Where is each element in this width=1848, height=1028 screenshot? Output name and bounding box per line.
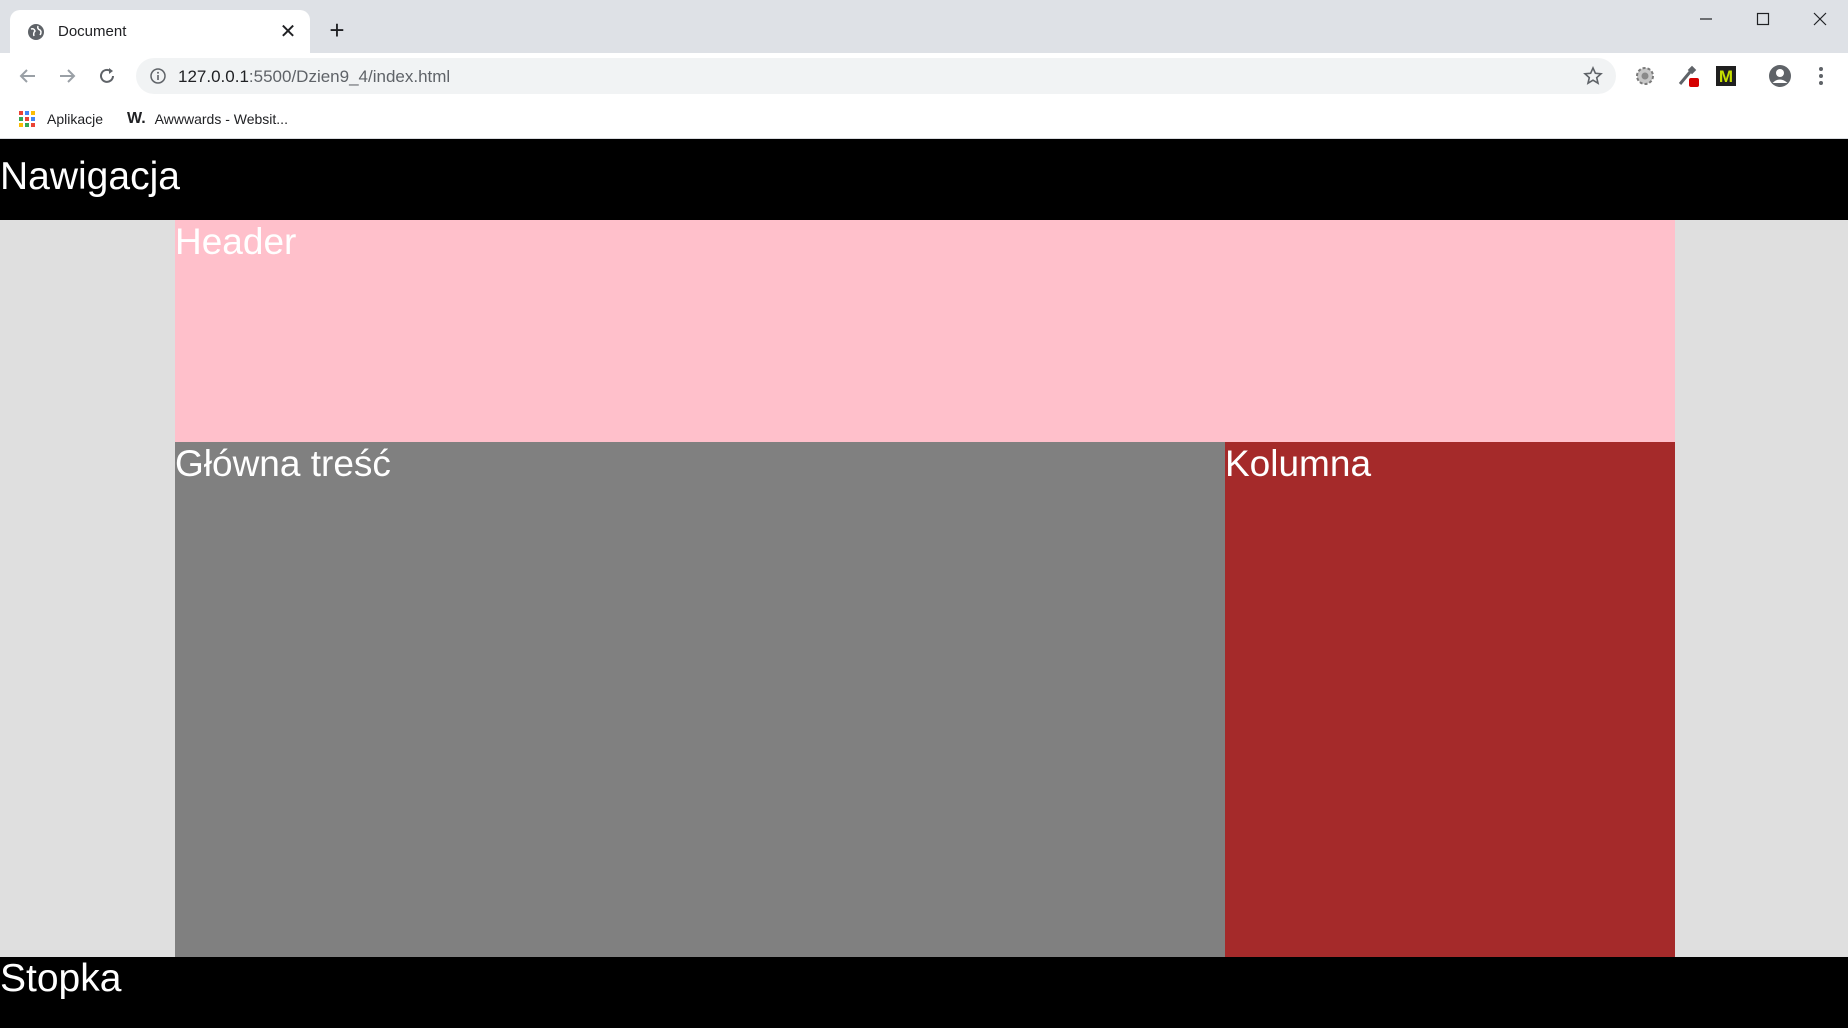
nav-label: Nawigacja [0,155,180,198]
new-tab-button[interactable]: + [323,15,351,45]
bookmarks-bar: Aplikacje W. Awwwards - Websit... [0,99,1848,139]
kebab-menu-icon[interactable] [1808,63,1834,89]
url-host: 127.0.0.1 [178,67,249,86]
extension-gear-icon[interactable] [1632,63,1658,89]
profile-avatar-icon[interactable] [1767,63,1793,89]
bookmark-awwwards[interactable]: W. Awwwards - Websit... [127,107,288,131]
header-label: Header [175,221,297,262]
globe-icon [26,22,46,42]
forward-arrow-icon[interactable] [51,60,83,92]
url-text: 127.0.0.1:5500/Dzien9_4/index.html [178,67,450,87]
maximize-icon[interactable] [1735,0,1791,38]
main-content-section: Główna treść [175,442,1225,957]
main-label: Główna treść [175,443,391,484]
tab-title: Document [58,23,127,40]
back-arrow-icon[interactable] [12,60,44,92]
browser-tab[interactable]: Document ✕ [10,10,310,53]
nav-section: Nawigacja [0,139,1848,220]
page-viewport: Nawigacja Header Główna treść Kolumna St… [0,139,1848,1028]
minimize-icon[interactable] [1678,0,1734,38]
bookmark-label: Aplikacje [47,111,104,127]
bookmark-apps[interactable]: Aplikacje [18,107,103,131]
window-close-icon[interactable] [1792,0,1848,38]
awwwards-w-icon: W. [127,110,146,127]
extension-eyedropper-icon[interactable] [1675,63,1701,89]
aside-label: Kolumna [1225,443,1372,484]
extension-m-icon[interactable]: M [1713,63,1739,89]
footer-label: Stopka [0,957,122,1000]
reload-icon[interactable] [91,60,123,92]
tab-strip: Document ✕ + [0,0,1848,53]
apps-grid-icon [18,110,36,128]
star-icon[interactable] [1582,65,1604,87]
bookmark-label: Awwwards - Websit... [154,111,288,127]
info-icon[interactable] [148,66,168,86]
header-section: Header [175,220,1675,442]
footer-section: Stopka [0,957,1848,1028]
svg-text:M: M [1719,67,1733,86]
aside-column-section: Kolumna [1225,442,1675,957]
address-bar[interactable]: 127.0.0.1:5500/Dzien9_4/index.html [136,58,1616,94]
browser-toolbar: 127.0.0.1:5500/Dzien9_4/index.html M [0,53,1848,99]
url-path: :5500/Dzien9_4/index.html [248,67,451,86]
close-tab-icon[interactable]: ✕ [276,20,300,44]
